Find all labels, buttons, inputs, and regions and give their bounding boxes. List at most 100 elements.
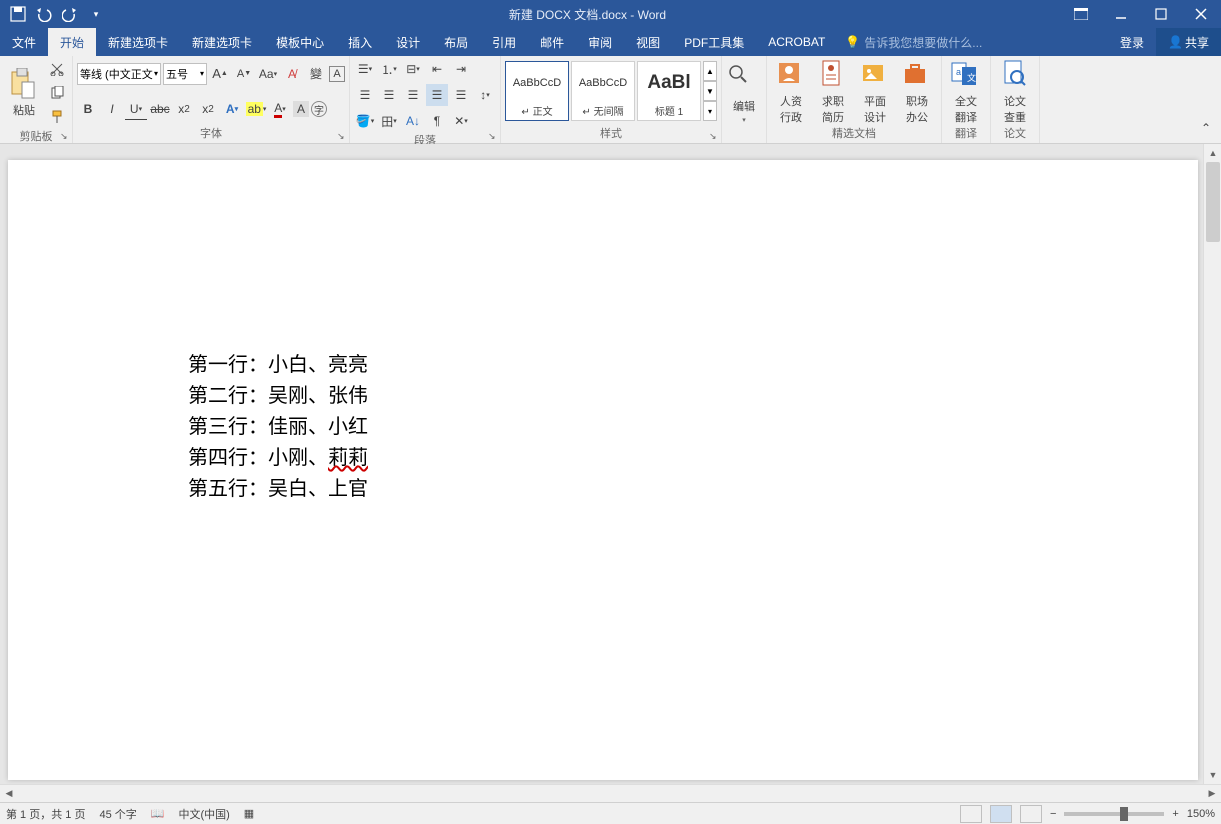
page-status[interactable]: 第 1 页，共 1 页 <box>6 806 85 822</box>
tab-file[interactable]: 文件 <box>0 28 48 56</box>
login-button[interactable]: 登录 <box>1108 28 1156 56</box>
horizontal-scrollbar[interactable]: ◀ ▶ <box>0 784 1221 802</box>
save-icon[interactable] <box>6 2 30 26</box>
distributed-icon[interactable]: ☰ <box>450 84 472 106</box>
asian-layout-icon[interactable]: ✕▾ <box>450 110 472 132</box>
align-left-icon[interactable]: ☰ <box>354 84 376 106</box>
language-status[interactable]: 中文(中国) <box>178 806 229 822</box>
tab-review[interactable]: 审阅 <box>576 28 624 56</box>
line-spacing-icon[interactable]: ↕▾ <box>474 84 496 106</box>
text-line[interactable]: 第三行：佳丽、小红 <box>188 412 368 443</box>
align-justify-icon[interactable]: ☰ <box>426 84 448 106</box>
collapse-ribbon-icon[interactable]: ⌃ <box>1195 117 1217 139</box>
scroll-left-icon[interactable]: ◀ <box>0 788 18 799</box>
style-more-icon[interactable]: ▾ <box>703 101 717 121</box>
align-center-icon[interactable]: ☰ <box>378 84 400 106</box>
text-line[interactable]: 第四行：小刚、莉莉 <box>188 443 368 474</box>
scroll-up-icon[interactable]: ▲ <box>1204 144 1221 162</box>
translate-button[interactable]: a文全文 翻译 <box>946 58 986 125</box>
paste-button[interactable]: 粘贴 <box>4 58 44 128</box>
hr-button[interactable]: 人资 行政 <box>771 58 811 125</box>
tab-template[interactable]: 模板中心 <box>264 28 336 56</box>
redo-icon[interactable] <box>58 2 82 26</box>
style-nospacing[interactable]: AaBbCcD ↵ 无间隔 <box>571 61 635 121</box>
font-color-icon[interactable]: A▾ <box>269 98 291 120</box>
tab-references[interactable]: 引用 <box>480 28 528 56</box>
style-down-icon[interactable]: ▼ <box>703 81 717 101</box>
style-normal[interactable]: AaBbCcD ↵ 正文 <box>505 61 569 121</box>
tab-newopt1[interactable]: 新建选项卡 <box>96 28 180 56</box>
subscript-button[interactable]: x2 <box>173 98 195 120</box>
align-right-icon[interactable]: ☰ <box>402 84 424 106</box>
zoom-slider[interactable] <box>1064 812 1164 816</box>
highlight-icon[interactable]: ab▾ <box>245 98 267 120</box>
styles-launcher-icon[interactable]: ↘ <box>709 131 719 141</box>
vertical-scrollbar[interactable]: ▲ ▼ <box>1203 144 1221 784</box>
print-layout-icon[interactable] <box>990 805 1012 823</box>
tab-acrobat[interactable]: ACROBAT <box>756 28 837 56</box>
underline-button[interactable]: U▾ <box>125 98 147 120</box>
sort-icon[interactable]: A↓ <box>402 110 424 132</box>
decrease-font-icon[interactable]: A▼ <box>233 63 255 85</box>
cut-icon[interactable] <box>46 58 68 80</box>
close-icon[interactable] <box>1181 0 1221 28</box>
read-mode-icon[interactable] <box>960 805 982 823</box>
tab-layout[interactable]: 布局 <box>432 28 480 56</box>
paragraph-launcher-icon[interactable]: ↘ <box>488 131 498 141</box>
web-layout-icon[interactable] <box>1020 805 1042 823</box>
superscript-button[interactable]: x2 <box>197 98 219 120</box>
increase-indent-icon[interactable]: ⇥ <box>450 58 472 80</box>
char-shading-icon[interactable]: A <box>293 101 309 117</box>
tab-insert[interactable]: 插入 <box>336 28 384 56</box>
graphic-button[interactable]: 平面 设计 <box>855 58 895 125</box>
scroll-down-icon[interactable]: ▼ <box>1204 766 1221 784</box>
change-case-icon[interactable]: Aa▾ <box>257 63 279 85</box>
char-border-icon[interactable]: A <box>329 66 345 82</box>
zoom-level[interactable]: 150% <box>1187 808 1215 820</box>
clipboard-launcher-icon[interactable]: ↘ <box>60 131 70 141</box>
borders-icon[interactable]: 田▾ <box>378 110 400 132</box>
font-launcher-icon[interactable]: ↘ <box>337 131 347 141</box>
tab-design[interactable]: 设计 <box>384 28 432 56</box>
scrollbar-thumb[interactable] <box>1206 162 1220 242</box>
spell-check-icon[interactable]: 📖 <box>151 807 165 820</box>
zoom-slider-thumb[interactable] <box>1120 807 1128 821</box>
multilevel-list-icon[interactable]: ⊟▾ <box>402 58 424 80</box>
format-painter-icon[interactable] <box>46 106 68 128</box>
zoom-out-icon[interactable]: − <box>1050 808 1056 820</box>
undo-icon[interactable] <box>32 2 56 26</box>
italic-button[interactable]: I <box>101 98 123 120</box>
tab-view[interactable]: 视图 <box>624 28 672 56</box>
macro-icon[interactable]: ▦ <box>244 807 254 820</box>
text-effects-icon[interactable]: A▾ <box>221 98 243 120</box>
qat-customize-icon[interactable]: ▾ <box>84 2 108 26</box>
document-content[interactable]: 第一行：小白、亮亮 第二行：吴刚、张伟 第三行：佳丽、小红 第四行：小刚、莉莉 … <box>188 350 368 505</box>
copy-icon[interactable] <box>46 82 68 104</box>
tab-home[interactable]: 开始 <box>48 28 96 56</box>
document-page[interactable]: 第一行：小白、亮亮 第二行：吴刚、张伟 第三行：佳丽、小红 第四行：小刚、莉莉 … <box>8 160 1198 780</box>
font-name-combo[interactable]: 等线 (中文正文▾ <box>77 63 161 85</box>
tell-me-input[interactable]: 💡 告诉我您想要做什么... <box>837 34 1108 51</box>
office-button[interactable]: 职场 办公 <box>897 58 937 125</box>
text-line[interactable]: 第一行：小白、亮亮 <box>188 350 368 381</box>
text-line[interactable]: 第五行：吴白、上官 <box>188 474 368 505</box>
zoom-in-icon[interactable]: + <box>1172 808 1178 820</box>
style-up-icon[interactable]: ▲ <box>703 61 717 81</box>
increase-font-icon[interactable]: A▲ <box>209 63 231 85</box>
thesis-button[interactable]: 论文 查重 <box>995 58 1035 125</box>
scroll-right-icon[interactable]: ▶ <box>1203 788 1221 799</box>
minimize-icon[interactable] <box>1101 0 1141 28</box>
word-count[interactable]: 45 个字 <box>99 806 136 822</box>
tab-mailings[interactable]: 邮件 <box>528 28 576 56</box>
phonetic-guide-icon[interactable]: 變 <box>305 63 327 85</box>
shading-icon[interactable]: 🪣▾ <box>354 110 376 132</box>
share-button[interactable]: 👤 共享 <box>1156 28 1221 56</box>
decrease-indent-icon[interactable]: ⇤ <box>426 58 448 80</box>
show-marks-icon[interactable]: ¶ <box>426 110 448 132</box>
maximize-icon[interactable] <box>1141 0 1181 28</box>
ribbon-display-icon[interactable] <box>1061 0 1101 28</box>
tab-pdf[interactable]: PDF工具集 <box>672 28 756 56</box>
resume-button[interactable]: 求职 简历 <box>813 58 853 125</box>
strikethrough-button[interactable]: abc <box>149 98 171 120</box>
text-line[interactable]: 第二行：吴刚、张伟 <box>188 381 368 412</box>
